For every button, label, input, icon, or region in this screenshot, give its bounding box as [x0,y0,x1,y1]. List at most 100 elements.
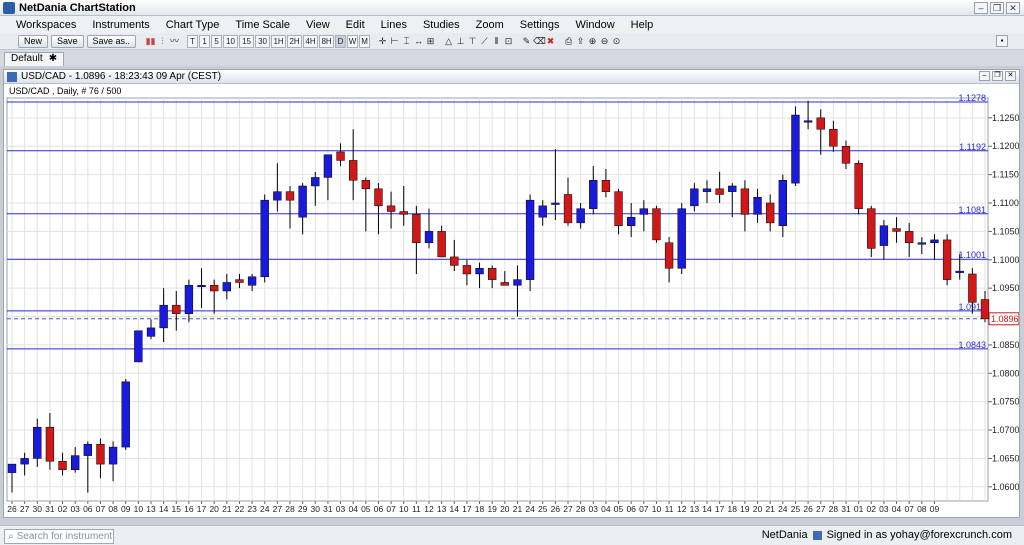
level-line-label: 1.1081 [958,205,986,215]
horizontal-line-icon[interactable]: ⊢ [389,35,400,48]
timeframe-15m[interactable]: 15 [239,34,255,48]
x-tick-label: 03 [336,504,346,514]
timeframe-10m[interactable]: 10 [223,34,239,48]
candle-down [892,228,901,232]
pan-icon[interactable]: ↔ [413,35,424,48]
fibonacci-tool-icon[interactable]: ⫴ [491,35,502,48]
save-button[interactable]: Save [51,34,84,48]
new-button[interactable]: New [18,34,49,48]
tab-close-icon[interactable]: ✱ [49,53,57,66]
x-tick-label: 03 [70,504,80,514]
zoom-fit-icon[interactable]: ⊙ [611,35,622,48]
timeframe-2h[interactable]: 2H [287,34,303,48]
channel-tool-icon[interactable]: ⊡ [503,35,514,48]
x-tick-label: 31 [323,504,333,514]
crosshair-icon[interactable]: ✛ [377,35,388,48]
candle-up [298,185,307,218]
candle-down [854,163,863,209]
menu-zoom[interactable]: Zoom [468,19,512,31]
price-chart[interactable]: 1.0600 1.0650 1.0700 1.0750 1.0800 1.0850 1.09… [4,84,1019,517]
chart-minimize-icon[interactable]: – [979,71,990,81]
x-tick-label: 24 [778,504,788,514]
x-tick-label: 14 [450,504,460,514]
candlestick-chart-icon[interactable]: ▮▮ [145,35,156,48]
menu-time-scale[interactable]: Time Scale [227,19,298,31]
x-tick-label: 20 [753,504,763,514]
x-tick-label: 17 [715,504,725,514]
brand-label: NetDania [761,529,808,541]
candle-down [285,191,295,201]
print-icon[interactable]: ⎙ [563,35,574,48]
timeframe-1m[interactable]: 1 [199,34,211,48]
timeframe-monthly[interactable]: M [359,34,371,48]
y-tick-label: 1.0600 [992,482,1019,492]
candle-down [336,151,345,161]
x-tick-label: 15 [172,504,182,514]
x-tick-label: 09 [930,504,940,514]
candle-up [778,180,787,226]
x-tick-label: 04 [348,504,358,514]
search-input[interactable]: ⌕ Search for instrument [4,529,114,544]
trendline-tool-icon[interactable]: ⟋ [479,35,490,48]
save-as-button[interactable]: Save as.. [86,34,137,48]
candle-down [437,231,446,258]
menu-instruments[interactable]: Instruments [84,19,157,31]
x-tick-label: 27 [20,504,30,514]
candle-down [942,239,952,280]
x-tick-label: 19 [487,504,497,514]
menu-view[interactable]: View [298,19,338,31]
timeframe-8h[interactable]: 8H [319,34,335,48]
x-tick-label: 27 [563,504,573,514]
candle-up [690,188,699,207]
toolbar: New Save Save as.. ▮▮ ⫶ 〰 T 1 5 10 15 30… [0,33,1024,50]
line-chart-icon[interactable]: 〰 [169,35,180,48]
pencil-icon[interactable]: ✎ [521,35,532,48]
close-icon[interactable]: ✕ [1006,2,1020,14]
candle-up [83,443,92,456]
x-tick-label: 26 [551,504,561,514]
zoom-in-icon[interactable]: ⊕ [587,35,598,48]
hline-tool-icon[interactable]: ⊥ [455,35,466,48]
menu-chart-type[interactable]: Chart Type [158,19,228,31]
bell-alert-icon[interactable]: △ [443,35,454,48]
toolbar-options-icon[interactable]: ▪ [996,35,1008,47]
app-titlebar: NetDania ChartStation – ❐ ✕ [0,0,1024,16]
timeframe-weekly[interactable]: W [347,34,359,48]
candle-down [500,282,509,286]
eraser-icon[interactable]: ⌫ [533,35,546,48]
minimize-icon[interactable]: – [974,2,988,14]
tab-default[interactable]: Default ✱ [4,52,65,66]
x-tick-label: 11 [412,504,421,514]
timeframe-30m[interactable]: 30 [255,34,271,48]
x-tick-label: 06 [626,504,636,514]
menu-lines[interactable]: Lines [373,19,415,31]
info-cursor-icon[interactable]: ⌶ [401,35,412,48]
candle-up [917,242,926,245]
chart-close-icon[interactable]: ✕ [1005,71,1016,81]
x-tick-label: 03 [589,504,599,514]
menu-help[interactable]: Help [623,19,662,31]
timeframe-1h[interactable]: 1H [271,34,287,48]
delete-drawings-icon[interactable]: ✖ [545,35,556,48]
candle-up [146,327,156,337]
export-icon[interactable]: ⇪ [575,35,586,48]
timeframe-tick[interactable]: T [187,34,199,48]
menu-edit[interactable]: Edit [338,19,373,31]
level-line-label: 1.1192 [959,142,986,152]
chart-document-icon [7,71,17,82]
grid-icon[interactable]: ⊞ [425,35,436,48]
candle-down [905,231,914,243]
timeframe-4h[interactable]: 4H [303,34,319,48]
candle-down [450,256,459,266]
zoom-out-icon[interactable]: ⊖ [599,35,610,48]
menu-window[interactable]: Window [568,19,623,31]
timeframe-daily[interactable]: D [335,34,347,48]
menu-workspaces[interactable]: Workspaces [8,19,84,31]
chart-restore-icon[interactable]: ❐ [992,71,1003,81]
bar-chart-icon[interactable]: ⫶ [157,35,168,48]
vline-tool-icon[interactable]: ⊤ [467,35,478,48]
menu-settings[interactable]: Settings [512,19,568,31]
menu-studies[interactable]: Studies [415,19,468,31]
restore-icon[interactable]: ❐ [990,2,1004,14]
timeframe-5m[interactable]: 5 [211,34,223,48]
